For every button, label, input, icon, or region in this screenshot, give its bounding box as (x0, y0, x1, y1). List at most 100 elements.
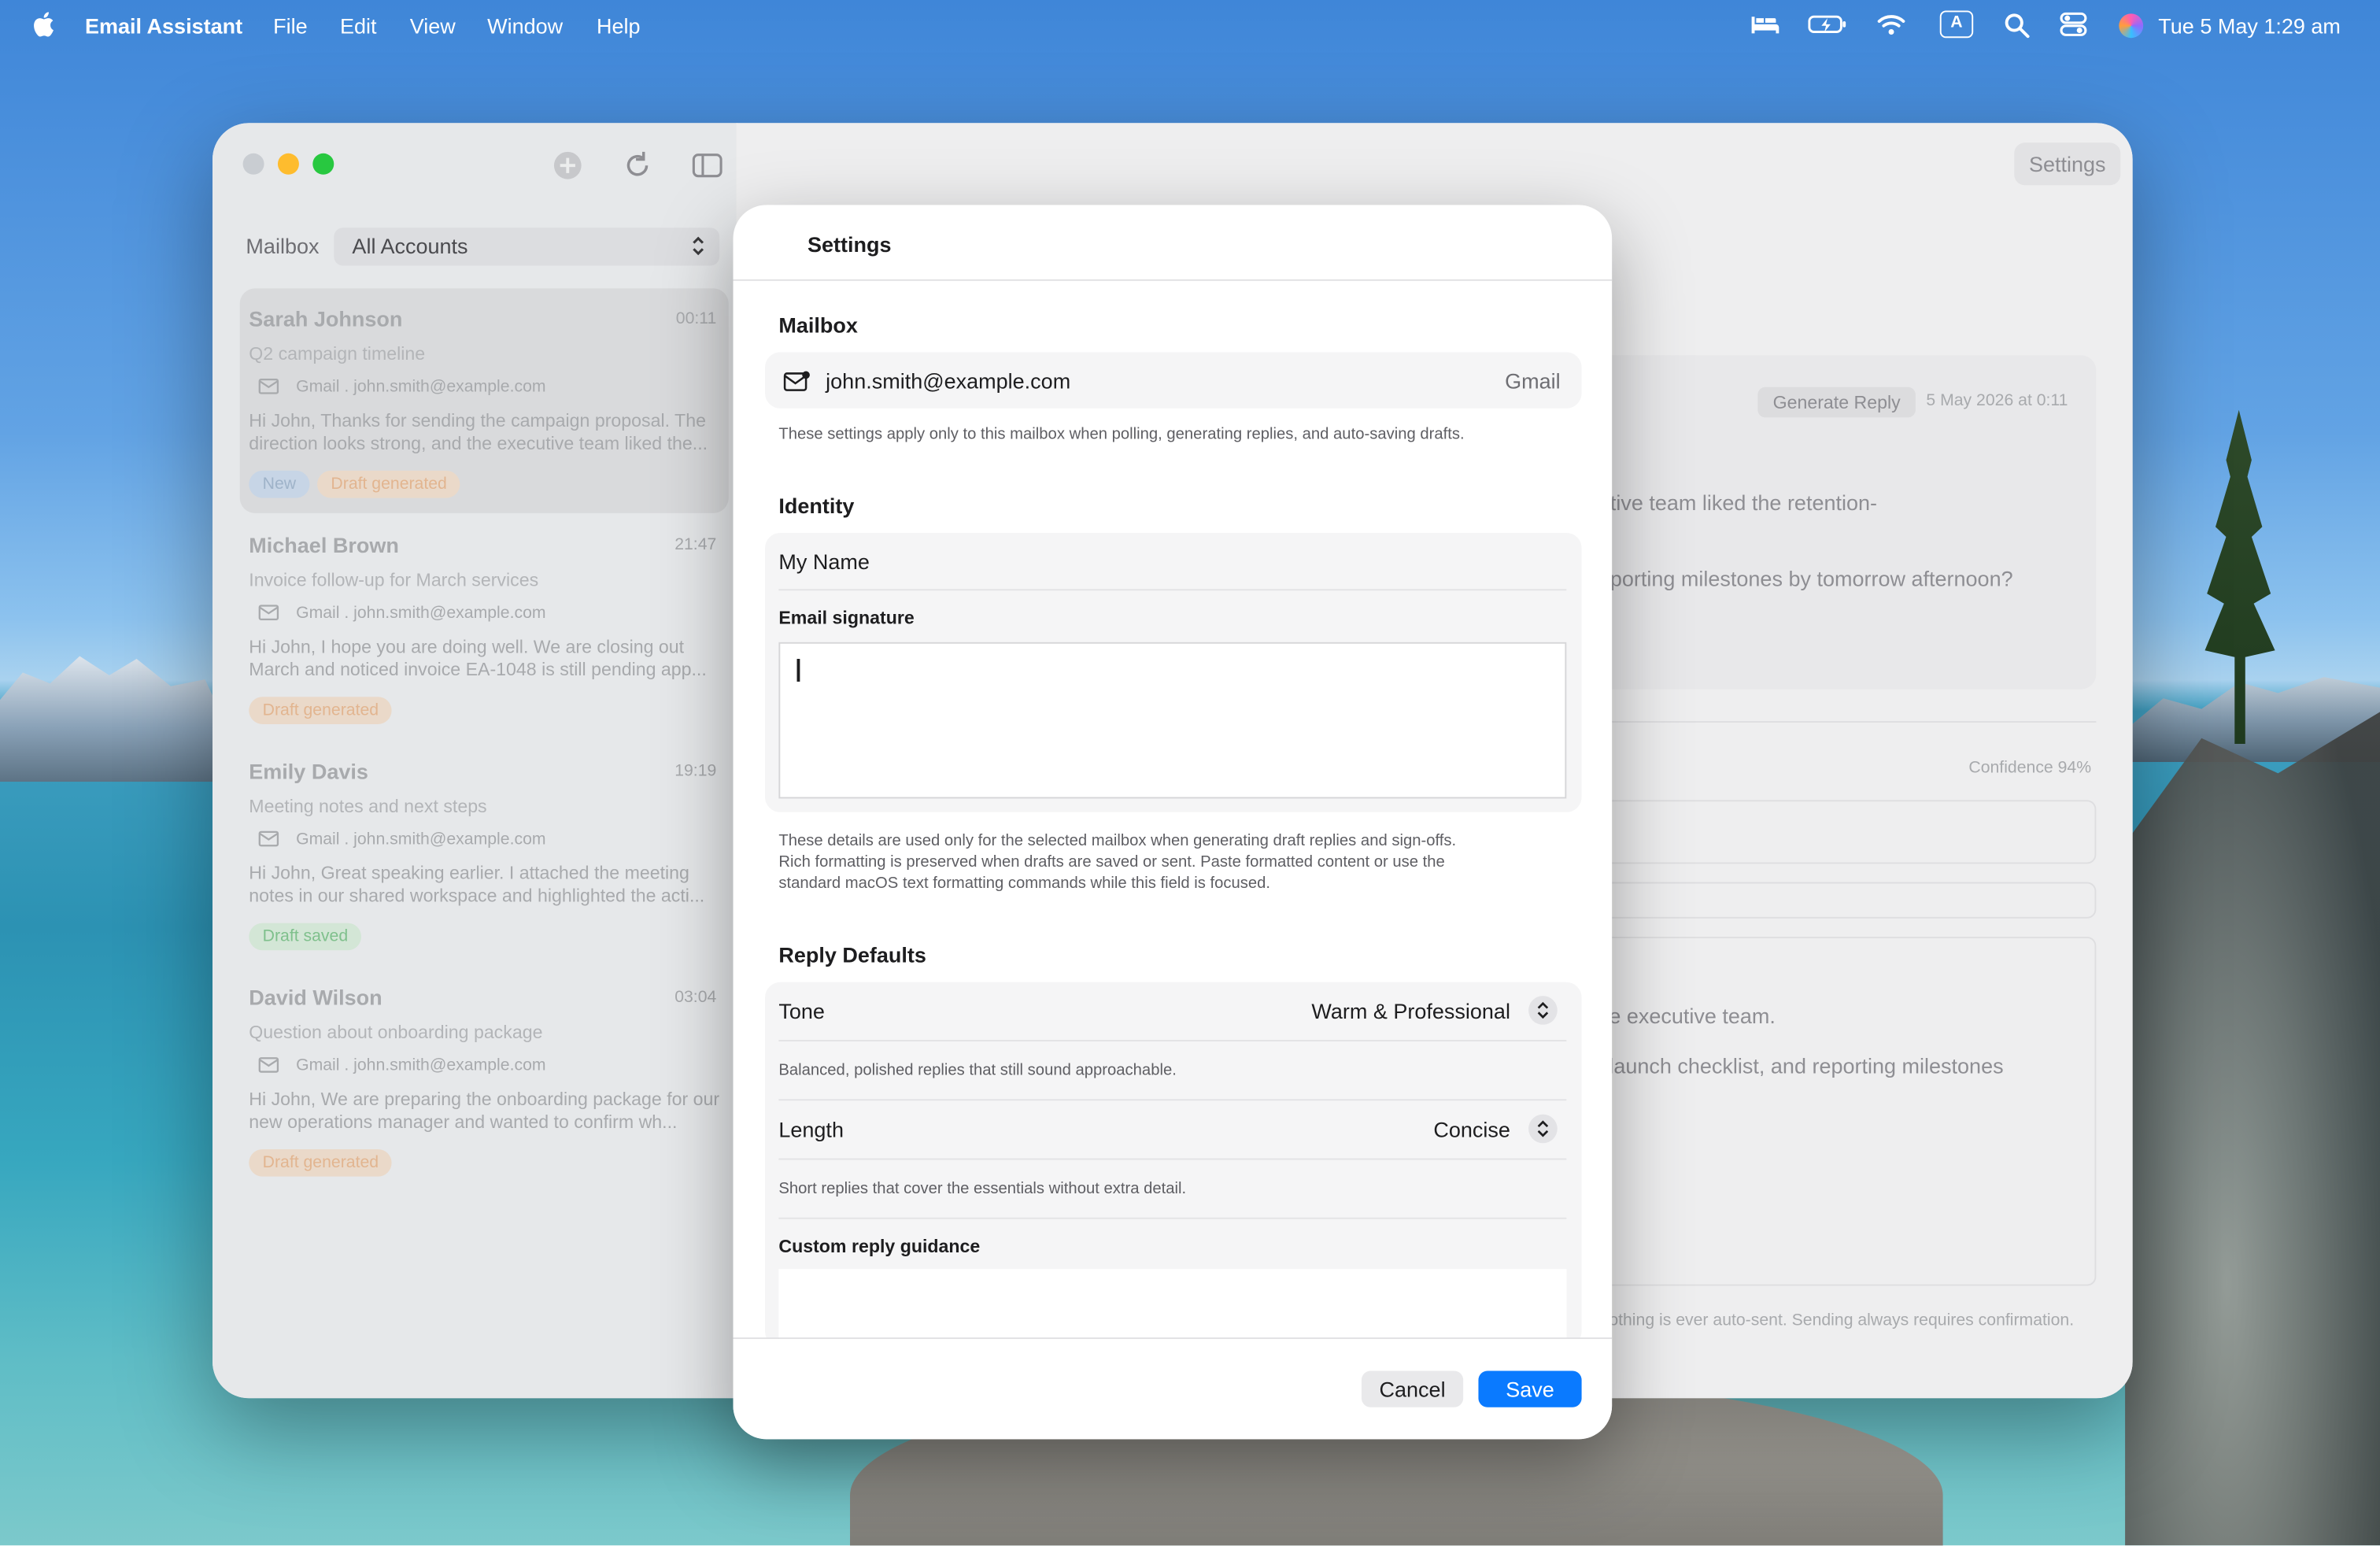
divider (778, 589, 1567, 591)
message-time: 19:19 (674, 762, 717, 781)
status-badge-draft-saved: Draft saved (249, 923, 362, 951)
message-time: 00:11 (675, 309, 717, 328)
zoom-window-button[interactable] (312, 153, 334, 175)
confidence-label: Confidence 94% (1968, 759, 2092, 778)
mailbox-row[interactable]: john.smith@example.com Gmail (765, 352, 1582, 409)
text-caret (796, 659, 800, 682)
email-date: 5 May 2026 at 0:11 (1926, 391, 2068, 410)
identity-help-line: standard macOS text formatting commands … (778, 874, 1271, 893)
mailbox-provider: Gmail (1505, 368, 1561, 394)
envelope-icon (258, 830, 279, 847)
wallpaper-rocks (2125, 712, 2380, 1546)
message-preview: Hi John, I hope you are doing well. We a… (249, 636, 707, 681)
mailbox-email: john.smith@example.com (826, 368, 1071, 394)
divider (778, 1217, 1567, 1219)
divider (778, 1040, 1567, 1042)
refresh-icon[interactable] (621, 149, 654, 182)
apple-logo-icon[interactable] (31, 9, 55, 40)
tone-value[interactable]: Warm & Professional (1311, 999, 1510, 1023)
section-title-mailbox: Mailbox (778, 313, 858, 338)
sidebar: Mailbox All Accounts Sarah Johnson 00:11… (213, 123, 738, 1399)
status-badge-draft-generated: Draft generated (249, 1148, 393, 1177)
email-body-line: eporting milestones by tomorrow afternoo… (1598, 566, 2013, 591)
bed-icon[interactable] (1750, 11, 1781, 39)
identity-help-line: These details are used only for the sele… (778, 831, 1457, 851)
length-description: Short replies that cover the essentials … (778, 1179, 1187, 1198)
message-sender: David Wilson (249, 985, 382, 1010)
chevron-updown-icon (1537, 1120, 1549, 1137)
menu-clock[interactable]: Tue 5 May 1:29 am (2158, 13, 2341, 38)
wifi-icon[interactable] (1876, 11, 1907, 39)
envelope-badge-icon (783, 371, 810, 391)
close-window-button[interactable] (242, 153, 264, 175)
message-account: Gmail . john.smith@example.com (296, 378, 546, 397)
length-selector[interactable] (1528, 1114, 1558, 1144)
input-source-icon[interactable]: A (1939, 10, 1974, 39)
message-list-item[interactable]: Michael Brown 21:47 Invoice follow-up fo… (240, 515, 729, 739)
message-preview: Hi John, Thanks for sending the campaign… (249, 409, 708, 454)
identity-help-line: Rich formatting is preserved when drafts… (778, 853, 1445, 872)
menu-bar: Email Assistant File Edit View Window He… (0, 0, 2380, 52)
section-title-identity: Identity (778, 493, 855, 518)
message-subject: Q2 campaign timeline (249, 342, 426, 364)
menu-file[interactable]: File (273, 13, 308, 38)
status-badge-draft-generated: Draft generated (317, 470, 461, 498)
status-badge-draft-generated: Draft generated (249, 697, 393, 724)
menu-edit[interactable]: Edit (340, 13, 377, 38)
control-center-icon[interactable] (2058, 11, 2089, 39)
message-subject: Meeting notes and next steps (249, 795, 487, 817)
signature-editor[interactable] (778, 642, 1567, 799)
siri-icon[interactable] (2119, 13, 2144, 39)
battery-icon[interactable] (1808, 11, 1847, 39)
save-button[interactable]: Save (1478, 1370, 1582, 1407)
menu-window[interactable]: Window (487, 13, 563, 38)
menu-app-name[interactable]: Email Assistant (85, 13, 242, 38)
message-account: Gmail . john.smith@example.com (296, 830, 546, 849)
message-list-item[interactable]: Sarah Johnson 00:11 Q2 campaign timeline… (239, 288, 729, 513)
envelope-icon (258, 605, 279, 621)
message-list-item[interactable]: Emily Davis 19:19 Meeting notes and next… (240, 741, 729, 965)
generate-reply-button[interactable]: Generate Reply (1757, 386, 1916, 418)
sheet-title: Settings (808, 232, 892, 257)
desktop: Email Assistant File Edit View Window He… (0, 0, 2380, 1546)
message-preview: Hi John, We are preparing the onboarding… (249, 1088, 720, 1133)
account-selector[interactable]: All Accounts (334, 227, 720, 266)
message-time: 03:04 (674, 988, 717, 1007)
tone-label: Tone (778, 999, 825, 1023)
cancel-button[interactable]: Cancel (1361, 1370, 1464, 1407)
message-account: Gmail . john.smith@example.com (296, 604, 546, 623)
message-sender: Emily Davis (249, 759, 368, 784)
section-title-reply-defaults: Reply Defaults (778, 942, 926, 967)
envelope-icon (258, 378, 279, 394)
name-field[interactable]: My Name (778, 549, 870, 574)
draft-body-line: e executive team. (1609, 1003, 1776, 1028)
length-label: Length (778, 1117, 844, 1142)
email-body-line: utive team liked the retention- (1598, 490, 1878, 515)
message-preview: Hi John, Great speaking earlier. I attac… (249, 862, 705, 907)
menu-view[interactable]: View (410, 13, 456, 38)
signature-label: Email signature (778, 607, 915, 629)
settings-sheet: Settings Mailbox john.smith@example.com … (733, 205, 1613, 1440)
message-subject: Invoice follow-up for March services (249, 569, 539, 591)
spotlight-icon[interactable] (2002, 11, 2033, 39)
chevron-updown-icon (693, 236, 704, 256)
settings-button[interactable]: Settings (2014, 142, 2121, 186)
menu-help[interactable]: Help (597, 13, 641, 38)
message-time: 21:47 (674, 535, 717, 554)
minimize-window-button[interactable] (277, 153, 299, 175)
compose-icon[interactable] (551, 149, 584, 182)
divider (778, 1099, 1567, 1101)
message-account: Gmail . john.smith@example.com (296, 1056, 546, 1075)
message-list-item[interactable]: David Wilson 03:04 Question about onboar… (240, 967, 729, 1192)
auto-send-note: othing is ever auto-sent. Sending always… (1609, 1311, 2075, 1330)
length-value[interactable]: Concise (1433, 1117, 1510, 1141)
tone-description: Balanced, polished replies that still so… (778, 1061, 1177, 1080)
toggle-sidebar-icon[interactable] (691, 149, 724, 182)
divider (778, 1158, 1567, 1160)
tone-selector[interactable] (1528, 996, 1558, 1025)
mailbox-label: Mailbox (246, 234, 320, 258)
draft-body-line: launch checklist, and reporting mileston… (1609, 1053, 2004, 1078)
message-sender: Michael Brown (249, 532, 399, 557)
chevron-updown-icon (1537, 1001, 1549, 1019)
message-sender: Sarah Johnson (249, 306, 403, 331)
